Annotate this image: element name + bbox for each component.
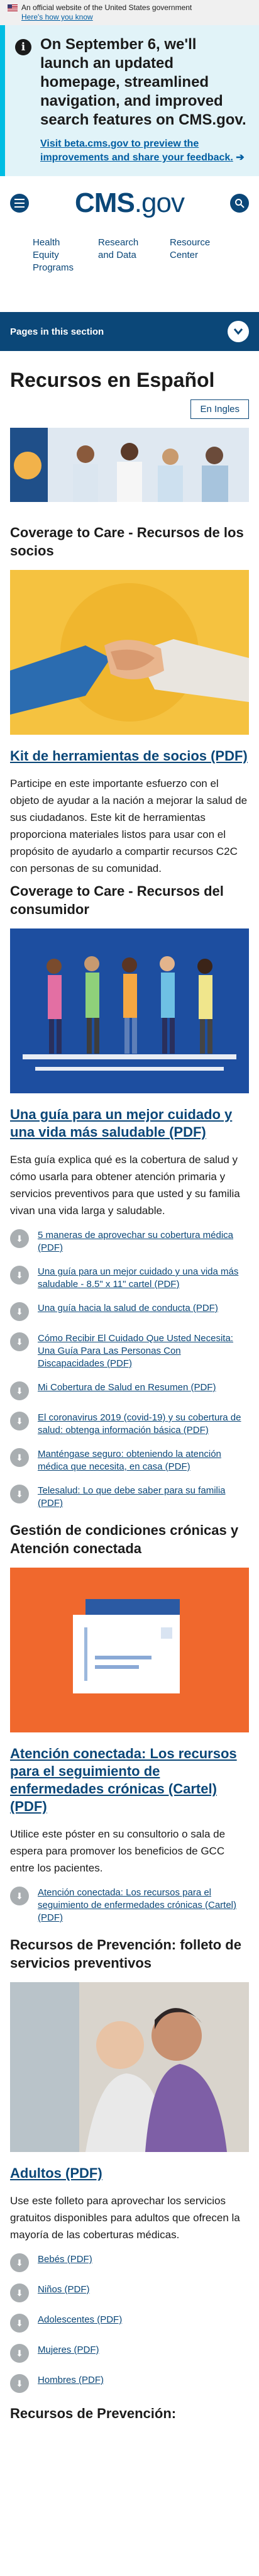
list-item: ⬇ 5 maneras de aprovechar su cobertura mé… [10,1229,249,1254]
doc-link[interactable]: Una guía hacia la salud de conducta (PDF… [38,1302,218,1315]
list-item: ⬇ Una guía hacia la salud de conducta (PD… [10,1302,249,1321]
download-icon: ⬇ [10,2344,29,2363]
section-heading: Coverage to Care - Recursos de los socio… [10,525,244,559]
list-item: ⬇ Adolescentes (PDF) [10,2314,249,2333]
site-alert: i On September 6, we'll launch an update… [0,25,259,176]
gov-banner: An official website of the United States… [0,0,259,25]
list-item: ⬇ Telesalud: Lo que debe saber para su fa… [10,1485,249,1510]
info-icon: i [15,39,31,55]
pages-in-section-toggle[interactable]: Pages in this section [0,312,259,351]
section-prevention: Recursos de Prevención: folleto de servi… [0,1936,259,2423]
section-chronic-care: Gestión de condiciones crónicas y Atenci… [0,1521,259,1924]
section-body: Esta guía explica qué es la cobertura de… [10,1154,240,1217]
nav-resource-center[interactable]: Resource Center [170,237,220,274]
people-walking-illustration [10,928,249,1093]
chronic-care-illustration [10,1568,249,1732]
list-item: ⬇ Una guía para un mejor cuidado y una vi… [10,1266,249,1291]
couple-photo [10,1982,249,2152]
list-item: ⬇ Manténgase seguro: obteniendo la atenci… [10,1448,249,1473]
download-icon: ⬇ [10,2283,29,2302]
language-toggle-button[interactable]: En Ingles [190,399,249,419]
download-icon: ⬇ [10,1485,29,1503]
handshake-illustration [10,570,249,735]
how-you-know-link[interactable]: Here's how you know [21,13,251,22]
section-heading: Recursos de Prevención: folleto de servi… [10,1937,241,1971]
doc-link[interactable]: Una guía para un mejor cuidado y una vid… [38,1266,249,1291]
section-partner-resources: Coverage to Care - Recursos de los socio… [0,523,259,877]
download-icon: ⬇ [10,1412,29,1430]
list-item: ⬇ Cómo Recibir El Cuidado Que Usted Neces… [10,1332,249,1370]
arrow-right-icon: ➔ [236,152,245,163]
doc-link[interactable]: Atención conectada: Los recursos para el… [38,1887,249,1924]
menu-icon[interactable] [10,194,29,213]
alert-link[interactable]: Visit beta.cms.gov to preview the improv… [40,138,233,163]
page-title: Recursos en Español [10,369,215,391]
download-icon: ⬇ [10,1381,29,1400]
list-item: ⬇ Hombres (PDF) [10,2374,249,2393]
doc-link[interactable]: Bebés (PDF) [38,2253,92,2266]
list-item: ⬇ Mujeres (PDF) [10,2344,249,2363]
doc-link[interactable]: Cómo Recibir El Cuidado Que Usted Necesi… [38,1332,249,1370]
download-icon: ⬇ [10,2253,29,2272]
doc-link[interactable]: Adolescentes (PDF) [38,2314,122,2326]
nav-health-equity[interactable]: Health Equity Programs [33,237,77,274]
search-icon[interactable] [229,194,249,213]
section-body: Participe en este importante esfuerzo co… [10,778,248,874]
section-body: Use este folleto para aprovechar los ser… [10,2195,240,2241]
list-item: ⬇ El coronavirus 2019 (covid-19) y su cob… [10,1412,249,1437]
doc-link[interactable]: 5 maneras de aprovechar su cobertura méd… [38,1229,249,1254]
section-heading: Coverage to Care - Recursos del consumid… [10,883,224,917]
doc-link[interactable]: Hombres (PDF) [38,2374,104,2387]
alert-heading: On September 6, we'll launch an updated … [40,36,246,128]
list-item: ⬇ Atención conectada: Los recursos para e… [10,1887,249,1924]
chevron-down-icon [228,321,249,342]
list-item: ⬇ Bebés (PDF) [10,2253,249,2272]
download-icon: ⬇ [10,1302,29,1321]
consumer-guide-link[interactable]: Una guía para un mejor cuidado y una vid… [10,1106,249,1141]
download-icon: ⬇ [10,1266,29,1285]
doc-link[interactable]: El coronavirus 2019 (covid-19) y su cobe… [38,1412,249,1437]
gov-banner-text: An official website of the United States… [21,3,192,12]
download-icon: ⬇ [10,1448,29,1467]
section-heading: Gestión de condiciones crónicas y Atenci… [10,1522,239,1556]
list-item: ⬇ Niños (PDF) [10,2283,249,2302]
consumer-docs-list: ⬇ 5 maneras de aprovechar su cobertura mé… [10,1229,249,1510]
partner-toolkit-link[interactable]: Kit de herramientas de socios (PDF) [10,747,249,765]
download-icon: ⬇ [10,1887,29,1905]
doc-link[interactable]: Niños (PDF) [38,2283,90,2296]
hero-image [10,428,249,502]
doc-link[interactable]: Telesalud: Lo que debe saber para su fam… [38,1485,249,1510]
download-icon: ⬇ [10,1229,29,1248]
list-item: ⬇ Mi Cobertura de Salud en Resumen (PDF) [10,1381,249,1400]
section-consumer-resources: Coverage to Care - Recursos del consumid… [0,882,259,1510]
cms-logo[interactable]: CMS.gov [75,187,185,219]
site-header: CMS.gov [0,176,259,230]
chronic-care-docs-list: ⬇ Atención conectada: Los recursos para e… [10,1887,249,1924]
pages-in-section-label: Pages in this section [10,326,104,337]
download-icon: ⬇ [10,2374,29,2393]
download-icon: ⬇ [10,2314,29,2333]
doc-link[interactable]: Mi Cobertura de Salud en Resumen (PDF) [38,1381,216,1394]
connected-care-link[interactable]: Atención conectada: Los recursos para el… [10,1745,249,1815]
top-nav: Health Equity Programs Research and Data… [0,230,259,286]
adults-pdf-link[interactable]: Adultos (PDF) [10,2165,249,2182]
next-section-heading: Recursos de Prevención: [10,2406,177,2421]
download-icon: ⬇ [10,1332,29,1351]
prevention-docs-list: ⬇ Bebés (PDF) ⬇ Niños (PDF) ⬇ Adolescentes … [10,2253,249,2393]
doc-link[interactable]: Manténgase seguro: obteniendo la atenció… [38,1448,249,1473]
doc-link[interactable]: Mujeres (PDF) [38,2344,99,2356]
nav-research-data[interactable]: Research and Data [98,237,148,274]
us-flag-icon [8,4,18,11]
section-body: Utilice este póster en su consultorio o … [10,1828,226,1874]
